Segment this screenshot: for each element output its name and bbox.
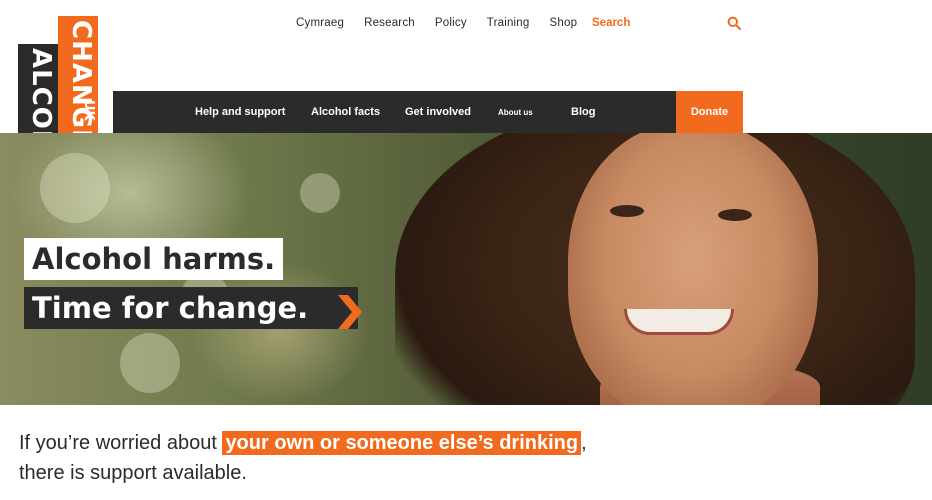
- utility-nav-shop[interactable]: Shop: [550, 17, 578, 29]
- main-nav: Help and support Alcohol facts Get invol…: [113, 91, 743, 133]
- utility-nav: Cymraeg Research Policy Training Shop: [296, 17, 597, 29]
- bokeh-light: [120, 333, 180, 393]
- nav-get-involved[interactable]: Get involved: [405, 106, 471, 118]
- utility-nav-policy[interactable]: Policy: [435, 17, 467, 29]
- bokeh-light: [300, 173, 340, 213]
- search-icon[interactable]: [727, 16, 741, 30]
- search-link[interactable]: Search: [592, 17, 630, 29]
- donate-button[interactable]: Donate: [676, 91, 743, 133]
- nav-alcohol-facts[interactable]: Alcohol facts: [311, 106, 380, 118]
- nav-blog[interactable]: Blog: [571, 106, 595, 118]
- chevron-right-icon[interactable]: [334, 293, 364, 331]
- utility-nav-research[interactable]: Research: [364, 17, 415, 29]
- hero-photo-face: [568, 133, 818, 405]
- logo-uk: UK: [81, 100, 96, 121]
- hero-photo-eye: [718, 209, 752, 221]
- intro-text-line-2: there is support available.: [19, 462, 247, 484]
- hero-banner: Alcohol harms. Time for change.: [0, 133, 932, 405]
- intro-text-before: If you’re worried about: [19, 432, 223, 454]
- hero-headline-line-2[interactable]: Time for change.: [24, 287, 359, 329]
- intro-highlight-link[interactable]: your own or someone else’s drinking: [222, 431, 582, 455]
- hero-photo-smile: [624, 309, 734, 335]
- bokeh-light: [40, 153, 110, 223]
- utility-nav-training[interactable]: Training: [487, 17, 530, 29]
- intro-text: If you’re worried about your own or some…: [19, 428, 719, 488]
- utility-nav-cymraeg[interactable]: Cymraeg: [296, 17, 344, 29]
- logo-word-change: CHANGE: [66, 20, 96, 148]
- nav-about-us[interactable]: About us: [498, 108, 533, 117]
- nav-help-and-support[interactable]: Help and support: [195, 106, 285, 118]
- hero-photo-eye: [610, 205, 644, 217]
- intro-text-after: ,: [581, 432, 587, 454]
- hero-headline-line-1: Alcohol harms.: [24, 238, 284, 280]
